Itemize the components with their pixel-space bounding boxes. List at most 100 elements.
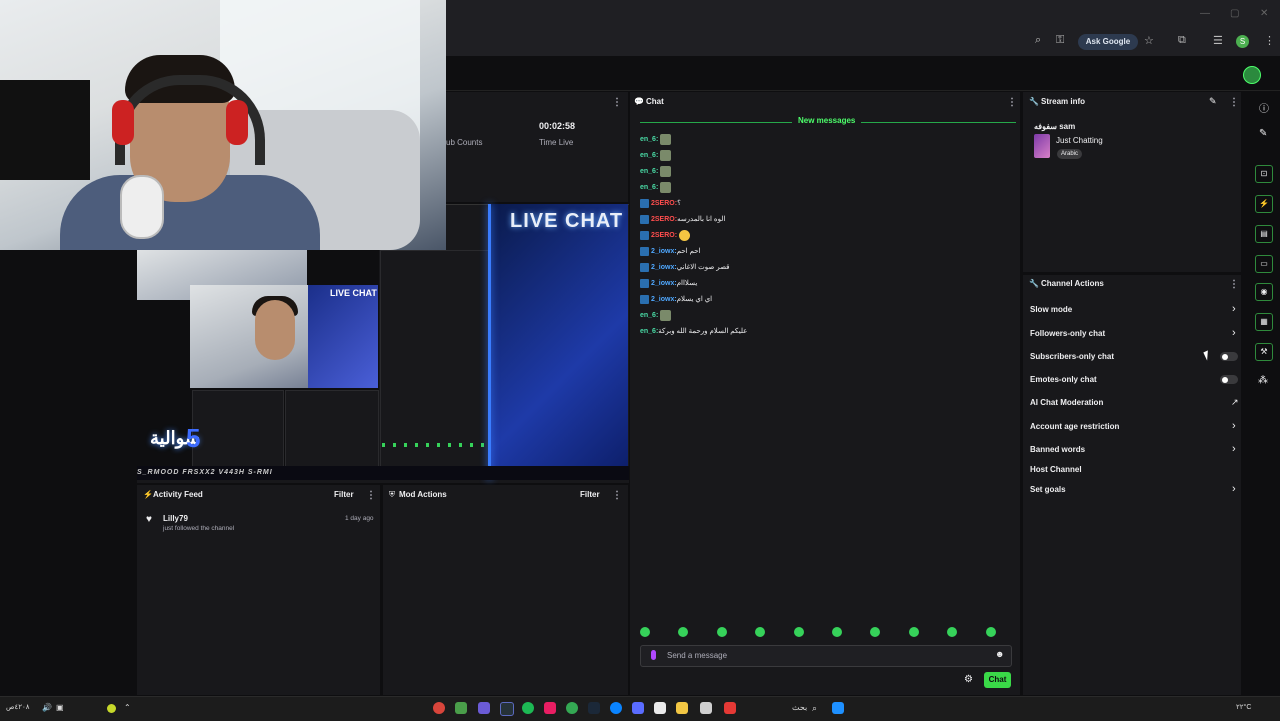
rail-share-icon[interactable]: ⁂ [1258,375,1268,386]
mod-menu-icon[interactable]: ⋮ [612,490,622,501]
channel-actions-menu-icon[interactable]: ⋮ [1229,279,1239,290]
chat-send-button[interactable]: Chat [984,672,1011,688]
chat-menu-icon[interactable]: ⋮ [1007,97,1017,108]
activity-menu-icon[interactable]: ⋮ [366,490,376,501]
profile-avatar-icon[interactable]: S [1236,35,1249,48]
taskbar-clock[interactable]: ٤٢٠٨ص [6,703,30,711]
emoji-picker-icon[interactable]: ☻ [995,649,1004,659]
taskbar-app-4-icon[interactable] [500,702,514,716]
password-key-icon[interactable]: ⚿ [1056,34,1064,47]
maximize-icon[interactable]: ▢ [1230,8,1239,19]
chevron-right-icon[interactable]: › [1232,420,1236,432]
ask-google-button[interactable]: Ask Google [1078,34,1138,50]
chat-username[interactable]: en_6: [640,312,658,319]
taskbar-search-label[interactable]: بحث [792,703,807,712]
rail-clip-icon[interactable]: ⊡ [1255,165,1273,183]
tray-app-icon[interactable] [107,704,116,713]
activity-user[interactable]: Lilly79 [163,514,188,523]
chat-username[interactable]: 2SERO: [651,232,677,239]
emote-button[interactable] [640,626,650,637]
channel-action-host-channel[interactable]: Host Channel [1030,462,1236,478]
channel-action-followers-only-chat[interactable]: Followers-only chat [1030,326,1236,342]
chat-username[interactable]: 2SERO: [651,200,677,207]
taskbar-app-1-icon[interactable] [433,702,445,714]
activity-filter-button[interactable]: Filter [334,490,354,508]
extensions-icon[interactable]: ⧉ [1178,34,1186,47]
chat-username[interactable]: en_6: [640,136,658,143]
channel-action-emotes-only-chat[interactable]: Emotes-only chat [1030,372,1236,388]
bookmark-star-icon[interactable]: ☆ [1144,34,1154,47]
mic-icon[interactable] [651,650,656,660]
edge-icon[interactable] [610,702,622,714]
stats-menu-icon[interactable]: ⋮ [612,97,622,108]
spotify-icon[interactable] [522,702,534,714]
chevron-right-icon[interactable]: › [1232,327,1236,339]
rail-layout-icon[interactable]: ▦ [1255,313,1273,331]
emote-button[interactable] [793,626,804,637]
tray-expand-icon[interactable]: ⌃ [124,703,131,712]
taskbar-app-2-icon[interactable] [455,702,467,714]
rail-chat-icon[interactable]: ▭ [1255,255,1273,273]
close-icon[interactable]: ✕ [1260,8,1268,19]
rail-broadcast-icon[interactable]: ◉ [1255,283,1273,301]
taskbar-app-14-icon[interactable] [724,702,736,714]
windows-start-icon[interactable] [832,702,844,714]
emote-button[interactable] [985,626,996,637]
volume-icon[interactable]: 🔊 [42,703,52,712]
chat-username[interactable]: en_6: [640,328,658,335]
store-icon[interactable] [654,702,666,714]
emote-button[interactable] [947,626,958,637]
taskbar-app-6-icon[interactable] [544,702,556,714]
browser-menu-icon[interactable]: ⋮ [1264,34,1275,47]
emote-button[interactable] [716,626,727,637]
chat-username[interactable]: en_6: [640,168,658,175]
stream-tag[interactable]: Arabic [1057,149,1083,159]
toggle-switch[interactable] [1220,375,1238,384]
minimize-icon[interactable]: — [1200,8,1210,19]
mod-filter-button[interactable]: Filter [580,490,600,508]
chat-username[interactable]: 2_iowx: [651,264,677,271]
channel-action-account-age-restriction[interactable]: Account age restriction [1030,419,1236,435]
chevron-right-icon[interactable]: › [1232,483,1236,495]
category-name[interactable]: Just Chatting [1056,136,1103,145]
network-icon[interactable]: ▣ [56,703,64,712]
chat-settings-icon[interactable]: ⚙ [964,674,973,685]
weather-temp[interactable]: ٢٢°C [1236,703,1251,711]
emote-button[interactable] [678,626,689,637]
chat-username[interactable]: 2_iowx: [651,248,677,255]
channel-action-set-goals[interactable]: Set goals [1030,482,1236,498]
search-icon[interactable]: ⌕ [812,703,817,714]
chat-username[interactable]: 2_iowx: [651,296,677,303]
steam-icon[interactable] [588,702,600,714]
pencil-icon[interactable]: ✎ [1259,128,1267,139]
channel-action-slow-mode[interactable]: Slow mode [1030,302,1236,318]
user-avatar[interactable] [1243,66,1261,84]
rail-lightning-icon[interactable]: ⚡ [1255,195,1273,213]
info-icon[interactable]: ⓘ [1259,100,1269,115]
edit-pencil-icon[interactable]: ✎ [1209,96,1217,107]
rail-document-icon[interactable]: ▤ [1255,225,1273,243]
chrome-icon[interactable] [566,702,578,714]
emote-button[interactable] [908,626,919,637]
file-explorer-icon[interactable] [676,702,688,714]
chat-username[interactable]: 2_iowx: [651,280,677,287]
taskbar-app-13-icon[interactable] [700,702,712,714]
new-messages-label[interactable]: New messages [792,116,862,125]
taskbar-app-3-icon[interactable] [478,702,490,714]
emote-button[interactable] [755,626,766,637]
chevron-right-icon[interactable]: › [1232,303,1236,315]
emote-button[interactable] [870,626,881,637]
channel-action-banned-words[interactable]: Banned words [1030,442,1236,458]
stream-info-menu-icon[interactable]: ⋮ [1229,97,1239,108]
zoom-icon[interactable]: ⌕ [1035,34,1041,47]
channel-action-ai-chat-moderation[interactable]: AI Chat Moderation [1030,395,1236,411]
chevron-right-icon[interactable]: › [1232,443,1236,455]
taskbar-app-10-icon[interactable] [632,702,644,714]
trend-chart-icon[interactable]: ↗ [1231,397,1239,408]
emote-button[interactable] [831,626,842,637]
tab-search-icon[interactable]: ☰ [1213,34,1223,47]
chat-username[interactable]: 2SERO: [651,216,677,223]
chat-username[interactable]: en_6: [640,152,658,159]
rail-tools-icon[interactable]: ⚒ [1255,343,1273,361]
toggle-switch[interactable] [1220,352,1238,361]
